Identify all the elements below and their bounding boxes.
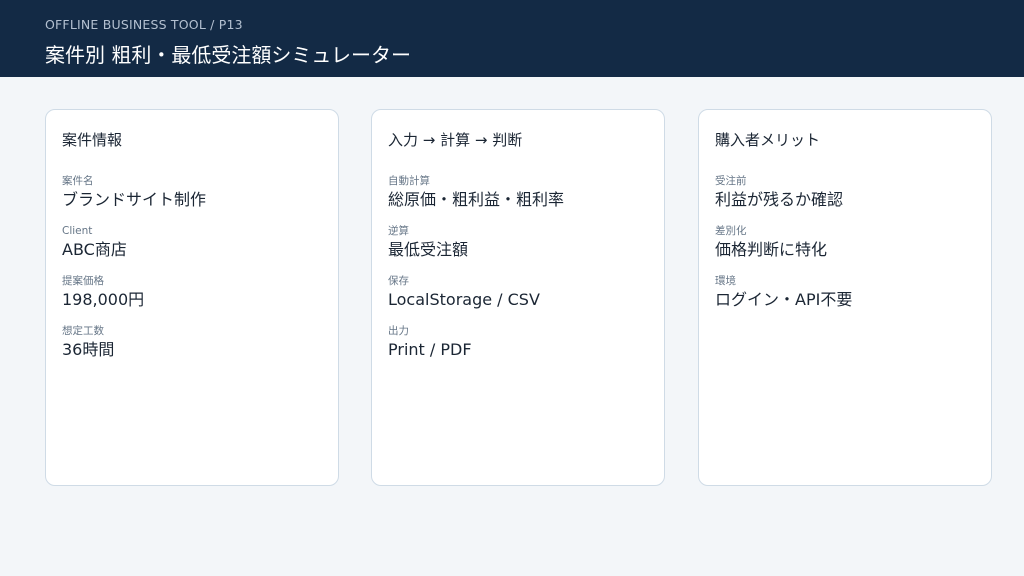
field-proposed-price: 提案価格 198,000円 [62,274,144,310]
field-environment: 環境 ログイン・API不要 [715,274,852,310]
header-subtitle: OFFLINE BUSINESS TOOL / P13 [45,17,243,32]
field-value: ログイン・API不要 [715,290,853,309]
field-project-name: 案件名 ブランドサイト制作 [62,174,206,210]
field-auto-calc: 自動計算 総原価・粗利益・粗利率 [388,174,564,210]
field-label: 逆算 [388,225,409,237]
field-value: LocalStorage / CSV [388,290,540,309]
header-bar: OFFLINE BUSINESS TOOL / P13 案件別 粗利・最低受注額… [0,0,1024,77]
field-label: 想定工数 [62,325,104,337]
card-title: 購入者メリット [715,131,821,149]
field-reverse-calc: 逆算 最低受注額 [388,224,468,260]
field-value: ブランドサイト制作 [62,190,207,209]
field-value: 利益が残るか確認 [715,190,844,209]
field-pre-order: 受注前 利益が残るか確認 [715,174,843,210]
field-value: 198,000円 [62,290,145,309]
field-value: 36時間 [62,340,115,359]
field-storage: 保存 LocalStorage / CSV [388,274,540,310]
field-label: 差別化 [715,225,747,237]
field-label: 提案価格 [62,275,104,287]
field-label: Client [62,225,93,237]
field-output: 出力 Print / PDF [388,324,472,360]
card-buyer-benefits: 購入者メリット 受注前 利益が残るか確認 差別化 価格判断に特化 環境 ログイン… [698,109,992,486]
field-differentiation: 差別化 価格判断に特化 [715,224,827,260]
card-workflow: 入力 → 計算 → 判断 自動計算 総原価・粗利益・粗利率 逆算 最低受注額 保… [371,109,665,486]
field-estimated-hours: 想定工数 36時間 [62,324,114,360]
field-label: 保存 [388,275,409,287]
field-label: 出力 [388,325,409,337]
field-label: 案件名 [62,175,94,187]
field-value: Print / PDF [388,340,472,359]
field-label: 環境 [715,275,736,287]
card-title: 入力 → 計算 → 判断 [388,131,523,149]
field-value: 最低受注額 [388,240,469,259]
field-client: Client ABC商店 [62,224,127,260]
field-value: 総原価・粗利益・粗利率 [388,190,565,209]
field-value: ABC商店 [62,240,127,259]
field-label: 受注前 [715,175,747,187]
card-project-info: 案件情報 案件名 ブランドサイト制作 Client ABC商店 提案価格 198… [45,109,339,486]
page-title: 案件別 粗利・最低受注額シミュレーター [45,43,411,67]
card-title: 案件情報 [62,131,123,149]
field-value: 価格判断に特化 [715,240,828,259]
field-label: 自動計算 [388,175,430,187]
